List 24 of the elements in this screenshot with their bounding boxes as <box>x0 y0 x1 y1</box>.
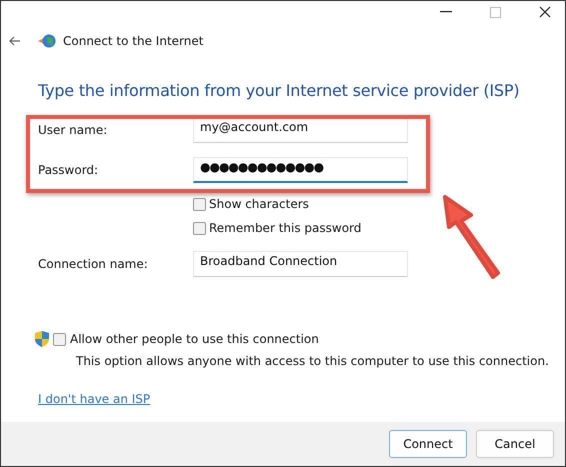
checkbox-label[interactable]: Allow other people to use this connection <box>70 332 319 346</box>
minimize-icon[interactable] <box>440 11 452 13</box>
close-icon[interactable] <box>539 6 551 18</box>
checkbox-label[interactable]: Show characters <box>209 197 309 211</box>
globe-icon <box>38 33 56 49</box>
shield-icon <box>35 331 49 347</box>
isp-link[interactable]: I don't have an ISP <box>38 392 150 406</box>
maximize-icon[interactable] <box>490 6 501 18</box>
checkbox[interactable] <box>53 332 66 346</box>
back-arrow-icon[interactable] <box>9 36 21 46</box>
field-label: Password: <box>38 163 100 177</box>
input-field[interactable]: Broadband Connection <box>193 251 408 277</box>
checkbox[interactable] <box>193 222 206 234</box>
field-label: User name: <box>38 123 108 137</box>
checkbox[interactable] <box>193 198 206 210</box>
description-text: This option allows anyone with access to this computer to use this connection. <box>76 354 550 368</box>
input-field[interactable]: my@account.com <box>193 117 408 143</box>
field-label: Connection name: <box>38 257 149 271</box>
input-field[interactable]: ●●●●●●●●●●●●● <box>193 157 408 183</box>
heading: Type the information from your Internet service provider (ISP) <box>38 81 520 100</box>
dialog-button[interactable]: Connect <box>389 430 467 458</box>
checkbox-label[interactable]: Remember this password <box>209 221 362 235</box>
dialog-button[interactable]: Cancel <box>476 430 554 458</box>
window-title: Connect to the Internet <box>63 34 204 48</box>
